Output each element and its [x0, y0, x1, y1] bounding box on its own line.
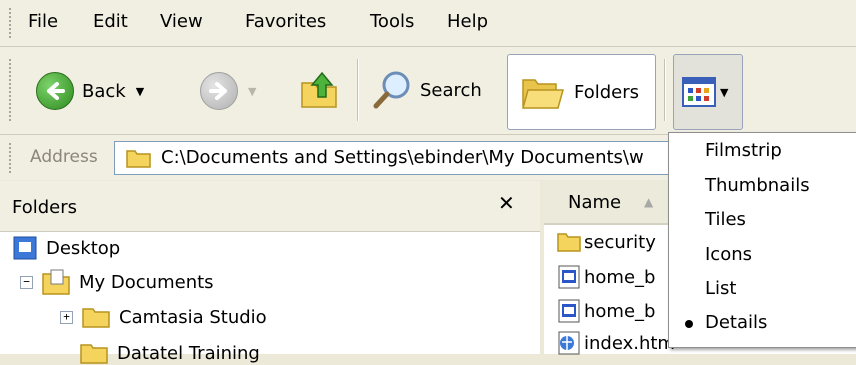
- selected-bullet-icon: [685, 320, 693, 328]
- search-icon: [373, 71, 410, 109]
- tree-item-my-documents[interactable]: − My Documents: [20, 268, 214, 296]
- list-item[interactable]: security: [556, 231, 656, 253]
- standard-toolbar: Back ▼ ▼ Search Folders ▼: [0, 47, 856, 134]
- list-item[interactable]: index.htm: [556, 330, 675, 356]
- close-icon[interactable]: ✕: [498, 191, 515, 215]
- menu-tools[interactable]: Tools: [370, 11, 414, 32]
- search-button[interactable]: Search: [370, 69, 482, 111]
- folders-label: Folders: [574, 81, 640, 103]
- back-label: Back: [82, 80, 126, 102]
- html-file-icon: [558, 265, 580, 289]
- menu-grip[interactable]: [9, 8, 14, 38]
- tree-item-camtasia-studio[interactable]: + Camtasia Studio: [60, 305, 267, 329]
- address-input[interactable]: C:\Documents and Settings\ebinder\My Doc…: [114, 141, 676, 175]
- folders-button[interactable]: Folders: [507, 54, 656, 130]
- menu-file[interactable]: File: [28, 11, 58, 32]
- view-option-tiles[interactable]: Tiles: [705, 209, 746, 230]
- tree-item-label: My Documents: [79, 271, 214, 293]
- menu-bar: File Edit View Favorites Tools Help: [0, 0, 856, 46]
- folder-icon: [80, 344, 108, 364]
- search-label: Search: [420, 79, 482, 101]
- tree-item-label: Camtasia Studio: [119, 306, 267, 328]
- web-page-icon: [558, 331, 580, 355]
- tree-item-datatel-training[interactable]: Datatel Training: [79, 341, 260, 365]
- folder-icon: [126, 150, 151, 168]
- file-name: security: [584, 231, 656, 253]
- address-label: Address: [30, 147, 98, 167]
- views-button[interactable]: ▼: [673, 54, 743, 130]
- tree-item-label: Desktop: [46, 237, 121, 259]
- folders-icon: [522, 79, 564, 109]
- expand-icon[interactable]: +: [60, 310, 73, 324]
- view-option-thumbnails[interactable]: Thumbnails: [705, 175, 810, 196]
- back-button[interactable]: Back ▼: [36, 72, 144, 110]
- views-grid-icon: [682, 77, 716, 107]
- column-name-label: Name: [568, 192, 622, 213]
- view-option-filmstrip[interactable]: Filmstrip: [705, 140, 782, 161]
- forward-dropdown-icon[interactable]: ▼: [248, 85, 256, 98]
- tree-item-label: Datatel Training: [117, 342, 260, 364]
- list-item[interactable]: home_b: [556, 298, 655, 324]
- address-grip[interactable]: [9, 143, 14, 173]
- back-dropdown-icon[interactable]: ▼: [136, 85, 144, 98]
- tree-item-desktop[interactable]: Desktop: [12, 235, 120, 261]
- view-option-icons[interactable]: Icons: [705, 244, 752, 265]
- menu-help[interactable]: Help: [447, 11, 488, 32]
- menu-edit[interactable]: Edit: [93, 11, 128, 32]
- menu-favorites[interactable]: Favorites: [245, 11, 326, 32]
- address-value: C:\Documents and Settings\ebinder\My Doc…: [161, 147, 644, 168]
- view-option-list[interactable]: List: [705, 278, 736, 299]
- views-dropdown-icon: ▼: [720, 85, 729, 99]
- views-menu: Filmstrip Thumbnails Tiles Icons List De…: [668, 132, 856, 348]
- list-item[interactable]: home_b: [556, 264, 655, 290]
- folders-pane-header: Folders ✕: [0, 181, 540, 232]
- back-arrow-icon: [36, 72, 74, 110]
- toolbar-separator: [357, 59, 359, 121]
- toolbar-separator: [664, 59, 666, 121]
- file-name: home_b: [584, 266, 656, 288]
- folders-pane-title: Folders: [12, 197, 78, 218]
- collapse-icon[interactable]: −: [20, 275, 33, 289]
- sort-ascending-icon: ▲: [644, 195, 654, 209]
- file-name: index.htm: [584, 332, 675, 354]
- forward-arrow-icon: [200, 72, 238, 110]
- my-documents-icon: [42, 269, 70, 295]
- up-folder-button[interactable]: [298, 69, 342, 111]
- file-name: home_b: [584, 300, 656, 322]
- folder-icon: [82, 308, 110, 328]
- forward-button[interactable]: ▼: [200, 72, 256, 110]
- toolbar-grip[interactable]: [9, 59, 14, 121]
- up-folder-icon: [301, 71, 337, 108]
- desktop-icon: [13, 236, 37, 260]
- menu-view[interactable]: View: [160, 11, 203, 32]
- folder-icon: [557, 233, 581, 252]
- view-option-details[interactable]: Details: [705, 312, 767, 333]
- html-file-icon: [558, 299, 580, 323]
- folders-pane: Folders ✕ Desktop − My Documents + Camta…: [0, 181, 540, 364]
